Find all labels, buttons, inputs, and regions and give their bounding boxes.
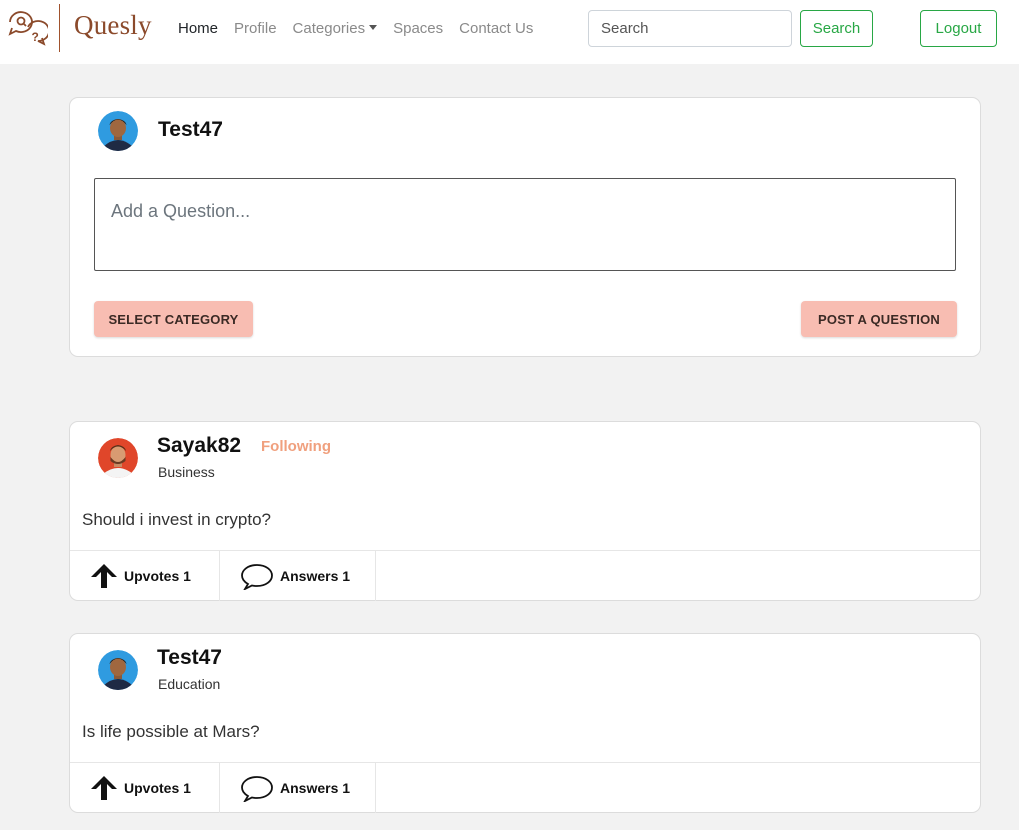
avatar-image-icon bbox=[98, 111, 138, 151]
upvotes-label: Upvotes 1 bbox=[124, 568, 191, 584]
caret-down-icon bbox=[369, 25, 378, 30]
avatar[interactable] bbox=[98, 438, 138, 478]
search-button[interactable]: Search bbox=[800, 10, 873, 47]
nav-link-spaces[interactable]: Spaces bbox=[393, 20, 443, 37]
brand-name[interactable]: Quesly bbox=[74, 10, 152, 41]
arrow-up-icon bbox=[91, 564, 117, 588]
logo-divider bbox=[59, 4, 60, 52]
avatar-image-icon bbox=[98, 650, 138, 690]
answers-label: Answers 1 bbox=[280, 568, 351, 584]
nav-links: Home Profile Categories Spaces Contact U… bbox=[178, 20, 549, 37]
avatar-image-icon bbox=[98, 438, 138, 478]
composer-username[interactable]: Test47 bbox=[158, 118, 223, 142]
search-input[interactable] bbox=[588, 10, 792, 47]
post-username[interactable]: Sayak82 bbox=[157, 434, 241, 458]
speech-bubble-icon bbox=[241, 776, 273, 802]
nav-link-home[interactable]: Home bbox=[178, 20, 218, 37]
upvotes-label: Upvotes 1 bbox=[124, 780, 191, 796]
upvote-button[interactable]: Upvotes 1 bbox=[70, 551, 220, 601]
question-input[interactable] bbox=[94, 178, 956, 271]
question-post: Sayak82 Following Business Should i inve… bbox=[69, 421, 981, 601]
nav-link-categories[interactable]: Categories bbox=[293, 20, 378, 37]
post-category[interactable]: Education bbox=[158, 676, 220, 692]
post-question-button[interactable]: POST A QUESTION bbox=[801, 301, 957, 337]
categories-label: Categories bbox=[292, 20, 366, 37]
arrow-up-icon bbox=[91, 776, 117, 800]
avatar[interactable] bbox=[98, 650, 138, 690]
svg-text:?: ? bbox=[32, 30, 39, 44]
nav-link-contact[interactable]: Contact Us bbox=[459, 20, 533, 37]
nav-link-profile[interactable]: Profile bbox=[234, 20, 277, 37]
answers-label: Answers 1 bbox=[280, 780, 351, 796]
navbar: ? Quesly Home Profile Categories Spaces … bbox=[0, 0, 1019, 64]
following-badge[interactable]: Following bbox=[261, 438, 331, 455]
post-actions: Upvotes 1 Answers 1 bbox=[70, 550, 980, 601]
select-category-button[interactable]: SELECT CATEGORY bbox=[94, 301, 253, 337]
speech-bubble-icon bbox=[241, 564, 273, 590]
speech-bubbles-logo-icon[interactable]: ? bbox=[6, 8, 48, 48]
question-post: Test47 Education Is life possible at Mar… bbox=[69, 633, 981, 813]
post-category[interactable]: Business bbox=[158, 464, 215, 480]
upvote-button[interactable]: Upvotes 1 bbox=[70, 763, 220, 813]
post-username[interactable]: Test47 bbox=[157, 646, 222, 670]
answers-button[interactable]: Answers 1 bbox=[220, 551, 376, 601]
avatar[interactable] bbox=[98, 111, 138, 151]
logout-button[interactable]: Logout bbox=[920, 10, 997, 47]
question-text[interactable]: Is life possible at Mars? bbox=[82, 722, 260, 742]
question-text[interactable]: Should i invest in crypto? bbox=[82, 510, 271, 530]
answers-button[interactable]: Answers 1 bbox=[220, 763, 376, 813]
ask-question-card: Test47 SELECT CATEGORY POST A QUESTION bbox=[69, 97, 981, 357]
post-actions: Upvotes 1 Answers 1 bbox=[70, 762, 980, 813]
